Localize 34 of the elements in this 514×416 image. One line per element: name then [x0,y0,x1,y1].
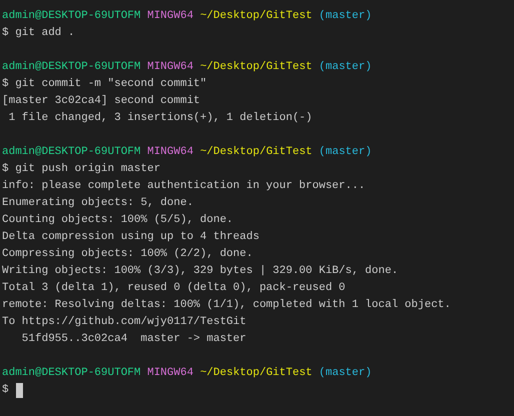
terminal[interactable] [0,0,514,416]
output-line: Total 3 (delta 1), reused 0 (delta 0), pack-reused 0 [2,281,346,296]
command-line: $ git add . [2,26,75,41]
prompt-path: ~/Desktop/GitTest [200,60,312,75]
prompt-branch: (master) [318,366,372,381]
prompt-path: ~/Desktop/GitTest [200,366,312,381]
prompt-shell: MINGW64 [147,366,194,381]
command-line: $ git push origin master [2,162,160,177]
output-line: Delta compression using up to 4 threads [2,230,260,245]
prompt-shell: MINGW64 [147,60,194,75]
prompt-branch: (master) [318,60,372,75]
prompt-user: admin@DESKTOP-69UTOFM [2,366,141,381]
output-line: Compressing objects: 100% (2/2), done. [2,247,253,262]
prompt-user: admin@DESKTOP-69UTOFM [2,145,141,160]
prompt-branch: (master) [318,9,372,24]
output-line: Enumerating objects: 5, done. [2,196,194,211]
command-line: $ git commit -m "second commit" [2,77,207,92]
output-line: 1 file changed, 3 insertions(+), 1 deletion(-) [8,111,312,126]
output-line: remote: Resolving deltas: 100% (1/1), completed with 1 local object. [2,298,451,313]
prompt-user: admin@DESKTOP-69UTOFM [2,9,141,24]
prompt-shell: MINGW64 [147,9,194,24]
output-line: [master 3c02ca4] second commit [2,94,200,109]
text-cursor[interactable] [16,383,23,398]
output-line: info: please complete authentication in your browser... [2,179,366,194]
output-line: To https://github.com/wjy0117/TestGit [2,315,246,330]
output-line: Counting objects: 100% (5/5), done. [2,213,234,228]
prompt-path: ~/Desktop/GitTest [200,9,312,24]
prompt-sign: $ [2,383,9,398]
output-line: 51fd955..3c02ca4 master -> master [20,332,246,347]
output-line: Writing objects: 100% (3/3), 329 bytes | 329.00 KiB/s, done. [2,264,398,279]
prompt-shell: MINGW64 [147,145,194,160]
prompt-path: ~/Desktop/GitTest [200,145,312,160]
prompt-user: admin@DESKTOP-69UTOFM [2,60,141,75]
prompt-branch: (master) [318,145,372,160]
